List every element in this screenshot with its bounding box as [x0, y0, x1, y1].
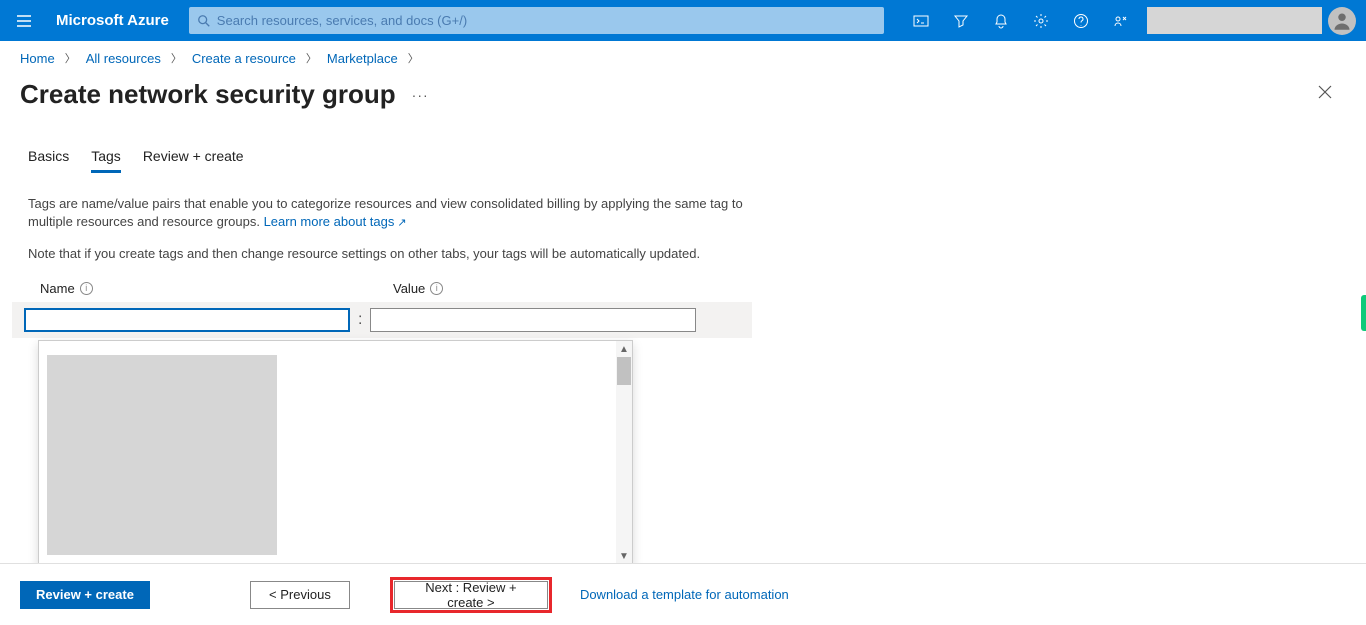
tag-name-suggestions-dropdown[interactable]: ▲ ▼ — [38, 340, 633, 565]
cloudshell-button[interactable] — [901, 0, 941, 41]
chevron-right-icon: 〉 — [65, 50, 76, 66]
info-icon[interactable]: i — [430, 282, 443, 295]
help-button[interactable] — [1061, 0, 1101, 41]
feedback-icon — [1113, 13, 1129, 29]
download-template-link[interactable]: Download a template for automation — [580, 587, 789, 602]
tag-field-headers: Name i Value i — [28, 281, 762, 296]
tab-basics[interactable]: Basics — [28, 148, 69, 173]
info-icon[interactable]: i — [80, 282, 93, 295]
scroll-thumb[interactable] — [617, 357, 631, 385]
tab-content: Tags are name/value pairs that enable yo… — [0, 173, 790, 296]
breadcrumb: Home 〉 All resources 〉 Create a resource… — [0, 41, 1366, 75]
search-input[interactable] — [211, 13, 876, 28]
breadcrumb-marketplace[interactable]: Marketplace — [327, 51, 398, 66]
search-icon — [197, 14, 211, 28]
notifications-button[interactable] — [981, 0, 1021, 41]
global-search[interactable] — [189, 7, 884, 34]
chevron-right-icon: 〉 — [171, 50, 182, 66]
colon-separator: : — [358, 311, 362, 329]
next-review-create-button[interactable]: Next : Review + create > — [394, 581, 548, 609]
close-icon — [1318, 85, 1332, 99]
dropdown-scrollbar[interactable]: ▲ ▼ — [616, 341, 632, 564]
page-title: Create network security group — [20, 79, 396, 110]
tag-input-row: : — [12, 302, 752, 338]
previous-button[interactable]: < Previous — [250, 581, 350, 609]
tab-tags[interactable]: Tags — [91, 148, 121, 173]
learn-more-tags-link[interactable]: Learn more about tags↗ — [264, 214, 407, 229]
avatar-icon — [1332, 11, 1352, 31]
close-blade-button[interactable] — [1318, 85, 1332, 104]
directory-filter-button[interactable] — [941, 0, 981, 41]
tag-name-input[interactable] — [24, 308, 350, 332]
directory-icon — [953, 13, 969, 29]
portal-menu-button[interactable] — [0, 0, 48, 41]
name-column-header: Name i — [40, 281, 393, 296]
tag-value-input[interactable] — [370, 308, 696, 332]
tags-description: Tags are name/value pairs that enable yo… — [28, 195, 762, 232]
review-create-button[interactable]: Review + create — [20, 581, 150, 609]
breadcrumb-create-resource[interactable]: Create a resource — [192, 51, 296, 66]
breadcrumb-all-resources[interactable]: All resources — [86, 51, 161, 66]
tags-note: Note that if you create tags and then ch… — [28, 246, 762, 261]
more-actions-button[interactable]: ··· — [412, 87, 429, 103]
next-button-highlight: Next : Review + create > — [390, 577, 552, 613]
scroll-up-arrow[interactable]: ▲ — [616, 341, 632, 357]
side-accent-tab[interactable] — [1361, 295, 1366, 331]
gear-icon — [1033, 13, 1049, 29]
tab-review-create[interactable]: Review + create — [143, 148, 244, 173]
cloudshell-icon — [913, 13, 929, 29]
help-icon — [1073, 13, 1089, 29]
value-column-header: Value i — [393, 281, 443, 296]
breadcrumb-home[interactable]: Home — [20, 51, 55, 66]
brand-label[interactable]: Microsoft Azure — [48, 12, 189, 29]
account-info-redacted[interactable] — [1147, 7, 1322, 34]
tab-bar: Basics Tags Review + create — [0, 120, 1366, 173]
search-container — [189, 7, 884, 34]
top-header: Microsoft Azure — [0, 0, 1366, 41]
header-icons-group — [901, 0, 1366, 41]
scroll-down-arrow[interactable]: ▼ — [616, 548, 632, 564]
footer-bar: Review + create < Previous Next : Review… — [0, 563, 1366, 625]
feedback-button[interactable] — [1101, 0, 1141, 41]
suggestions-list-redacted[interactable] — [47, 355, 277, 555]
chevron-right-icon: 〉 — [408, 50, 419, 66]
settings-button[interactable] — [1021, 0, 1061, 41]
page-title-row: Create network security group ··· — [0, 75, 1366, 120]
external-link-icon: ↗ — [397, 217, 406, 229]
user-avatar[interactable] — [1328, 7, 1356, 35]
hamburger-icon — [16, 13, 32, 29]
bell-icon — [993, 13, 1009, 29]
chevron-right-icon: 〉 — [306, 50, 317, 66]
